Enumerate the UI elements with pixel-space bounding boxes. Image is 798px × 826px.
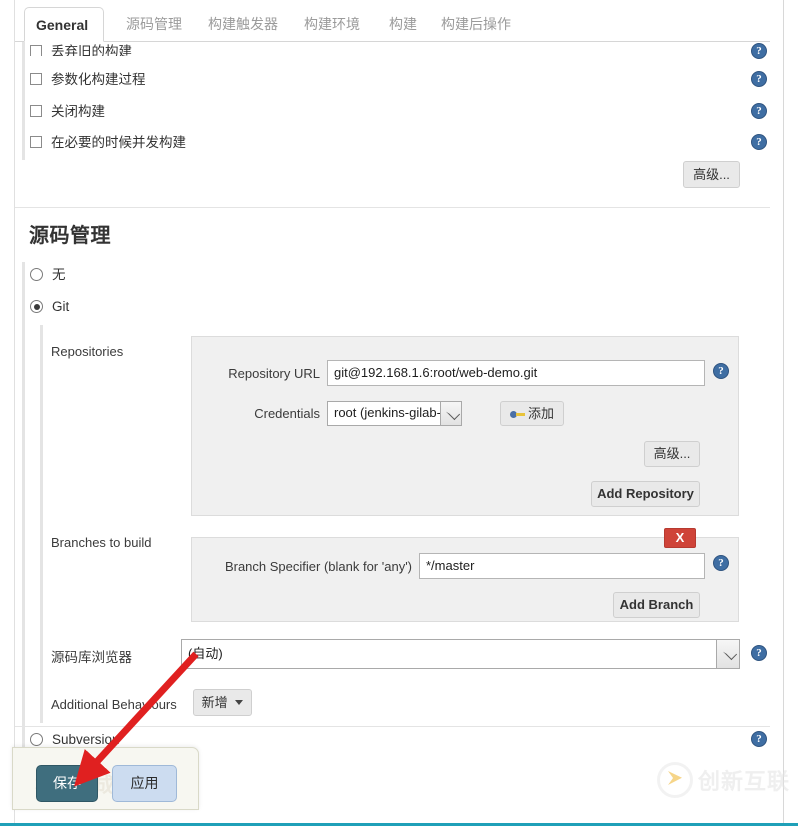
help-glyph: ? xyxy=(756,73,762,85)
help-glyph: ? xyxy=(756,105,762,117)
scm-option-git[interactable]: Git xyxy=(30,297,69,317)
help-icon-disable-build[interactable]: ? xyxy=(751,103,767,119)
chevron-down-icon xyxy=(445,405,461,420)
credentials-select[interactable]: root (jenkins-gilab-root) xyxy=(327,401,462,426)
branch-specifier-label: Branch Specifier (blank for 'any') xyxy=(224,559,412,574)
tab-build-triggers[interactable]: 构建触发器 xyxy=(197,7,289,42)
scm-divider xyxy=(15,726,770,727)
help-icon-subversion[interactable]: ? xyxy=(751,731,767,747)
add-credentials-button[interactable]: 添加 xyxy=(500,401,564,426)
tab-build-triggers-label: 构建触发器 xyxy=(208,16,278,32)
repository-browser-select-arrow[interactable] xyxy=(716,640,739,668)
section-divider xyxy=(15,207,770,208)
general-section-rail xyxy=(22,42,25,160)
repositories-label: Repositories xyxy=(51,344,124,359)
repository-browser-select-value: (自动) xyxy=(188,646,223,661)
checkbox-row-parameterized-build[interactable]: 参数化构建过程 xyxy=(30,70,146,90)
tab-general-label: General xyxy=(36,17,89,33)
scm-subversion-label: Subversion xyxy=(52,732,120,747)
help-glyph: ? xyxy=(756,45,762,57)
branches-to-build-label: Branches to build xyxy=(51,535,152,550)
repository-browser-label: 源码库浏览器 xyxy=(51,650,132,665)
tab-build-environment[interactable]: 构建环境 xyxy=(293,7,371,42)
scm-section-rail xyxy=(22,262,25,747)
chevron-down-icon xyxy=(235,700,244,705)
help-glyph: ? xyxy=(756,647,762,659)
help-glyph: ? xyxy=(756,136,762,148)
help-icon-concurrent-build[interactable]: ? xyxy=(751,134,767,150)
help-icon-parameterized-build[interactable]: ? xyxy=(751,71,767,87)
add-repository-button-label: Add Repository xyxy=(597,486,694,501)
tab-build-environment-label: 构建环境 xyxy=(304,16,360,32)
branch-specifier-input[interactable]: */master xyxy=(419,553,705,579)
repository-url-label: Repository URL xyxy=(228,366,320,381)
scm-none-radio[interactable] xyxy=(30,268,43,281)
help-icon-repository-url[interactable]: ? xyxy=(713,363,729,379)
add-credentials-button-label: 添加 xyxy=(527,406,554,421)
additional-behaviours-add-button[interactable]: 新增 xyxy=(193,689,252,716)
jenkins-job-config-page: General 源码管理 构建触发器 构建环境 构建 构建后操作 丢弃旧的构建 … xyxy=(0,0,798,826)
apply-button-label: 应用 xyxy=(130,775,159,791)
watermark-text: 创新互联 xyxy=(697,769,790,794)
repository-advanced-button-label: 高级... xyxy=(653,446,691,461)
parameterized-build-checkbox[interactable] xyxy=(30,73,42,85)
tab-build-label: 构建 xyxy=(389,16,417,32)
scm-subversion-radio[interactable] xyxy=(30,733,43,746)
concurrent-build-checkbox[interactable] xyxy=(30,136,42,148)
scm-section-title: 源码管理 xyxy=(29,225,111,247)
config-tab-bar: General 源码管理 构建触发器 构建环境 构建 构建后操作 xyxy=(15,7,770,42)
checkbox-row-discard-old-builds[interactable]: 丢弃旧的构建 xyxy=(30,42,132,56)
scm-none-label: 无 xyxy=(52,267,66,282)
delete-branch-button-label: X xyxy=(675,530,685,545)
add-repository-button[interactable]: Add Repository xyxy=(591,481,700,507)
apply-button[interactable]: 应用 xyxy=(112,765,177,802)
parameterized-build-label: 参数化构建过程 xyxy=(51,72,146,87)
credentials-label: Credentials xyxy=(254,406,320,421)
repository-advanced-button[interactable]: 高级... xyxy=(644,441,700,467)
additional-behaviours-label: Additional Behaviours xyxy=(51,697,177,712)
general-advanced-button-label: 高级... xyxy=(693,167,730,182)
credentials-select-arrow[interactable] xyxy=(440,402,461,425)
help-glyph: ? xyxy=(756,733,762,745)
repository-url-input[interactable]: git@192.168.1.6:root/web-demo.git xyxy=(327,360,705,386)
help-icon-discard-old-builds[interactable]: ? xyxy=(751,43,767,59)
help-glyph: ? xyxy=(718,365,724,377)
help-icon-repository-browser[interactable]: ? xyxy=(751,645,767,661)
disable-build-label: 关闭构建 xyxy=(51,104,105,119)
help-glyph: ? xyxy=(718,557,724,569)
repository-browser-select[interactable]: (自动) xyxy=(181,639,740,669)
chevron-down-icon xyxy=(722,645,738,661)
key-icon xyxy=(509,410,525,419)
tab-build[interactable]: 构建 xyxy=(378,7,428,42)
tab-post-build-actions-label: 构建后操作 xyxy=(441,16,511,32)
disable-build-checkbox[interactable] xyxy=(30,105,42,117)
checkbox-row-concurrent-build[interactable]: 在必要的时候并发构建 xyxy=(30,133,186,153)
tab-source-code-management-label: 源码管理 xyxy=(126,16,182,32)
watermark: 创新互联 xyxy=(656,760,790,800)
concurrent-build-label: 在必要的时候并发构建 xyxy=(51,135,186,150)
add-branch-button[interactable]: Add Branch xyxy=(613,592,700,618)
tab-post-build-actions[interactable]: 构建后操作 xyxy=(430,7,522,42)
discard-old-builds-label: 丢弃旧的构建 xyxy=(51,44,132,56)
watermark-logo-icon xyxy=(656,762,693,798)
add-branch-button-label: Add Branch xyxy=(619,597,694,612)
discard-old-builds-checkbox[interactable] xyxy=(30,45,42,56)
tab-source-code-management[interactable]: 源码管理 xyxy=(115,7,193,42)
checkbox-row-disable-build[interactable]: 关闭构建 xyxy=(30,102,105,122)
scm-option-none[interactable]: 无 xyxy=(30,265,66,285)
git-settings-rail xyxy=(40,325,43,723)
scm-git-label: Git xyxy=(52,299,70,314)
tab-general[interactable]: General xyxy=(24,7,104,42)
save-button[interactable]: 保存 xyxy=(36,765,98,802)
help-icon-branch-specifier[interactable]: ? xyxy=(713,555,729,571)
delete-branch-button[interactable]: X xyxy=(664,528,696,548)
additional-behaviours-add-label: 新增 xyxy=(201,695,228,710)
general-advanced-button[interactable]: 高级... xyxy=(683,161,740,188)
scm-git-radio[interactable] xyxy=(30,300,43,313)
save-button-label: 保存 xyxy=(53,775,81,791)
